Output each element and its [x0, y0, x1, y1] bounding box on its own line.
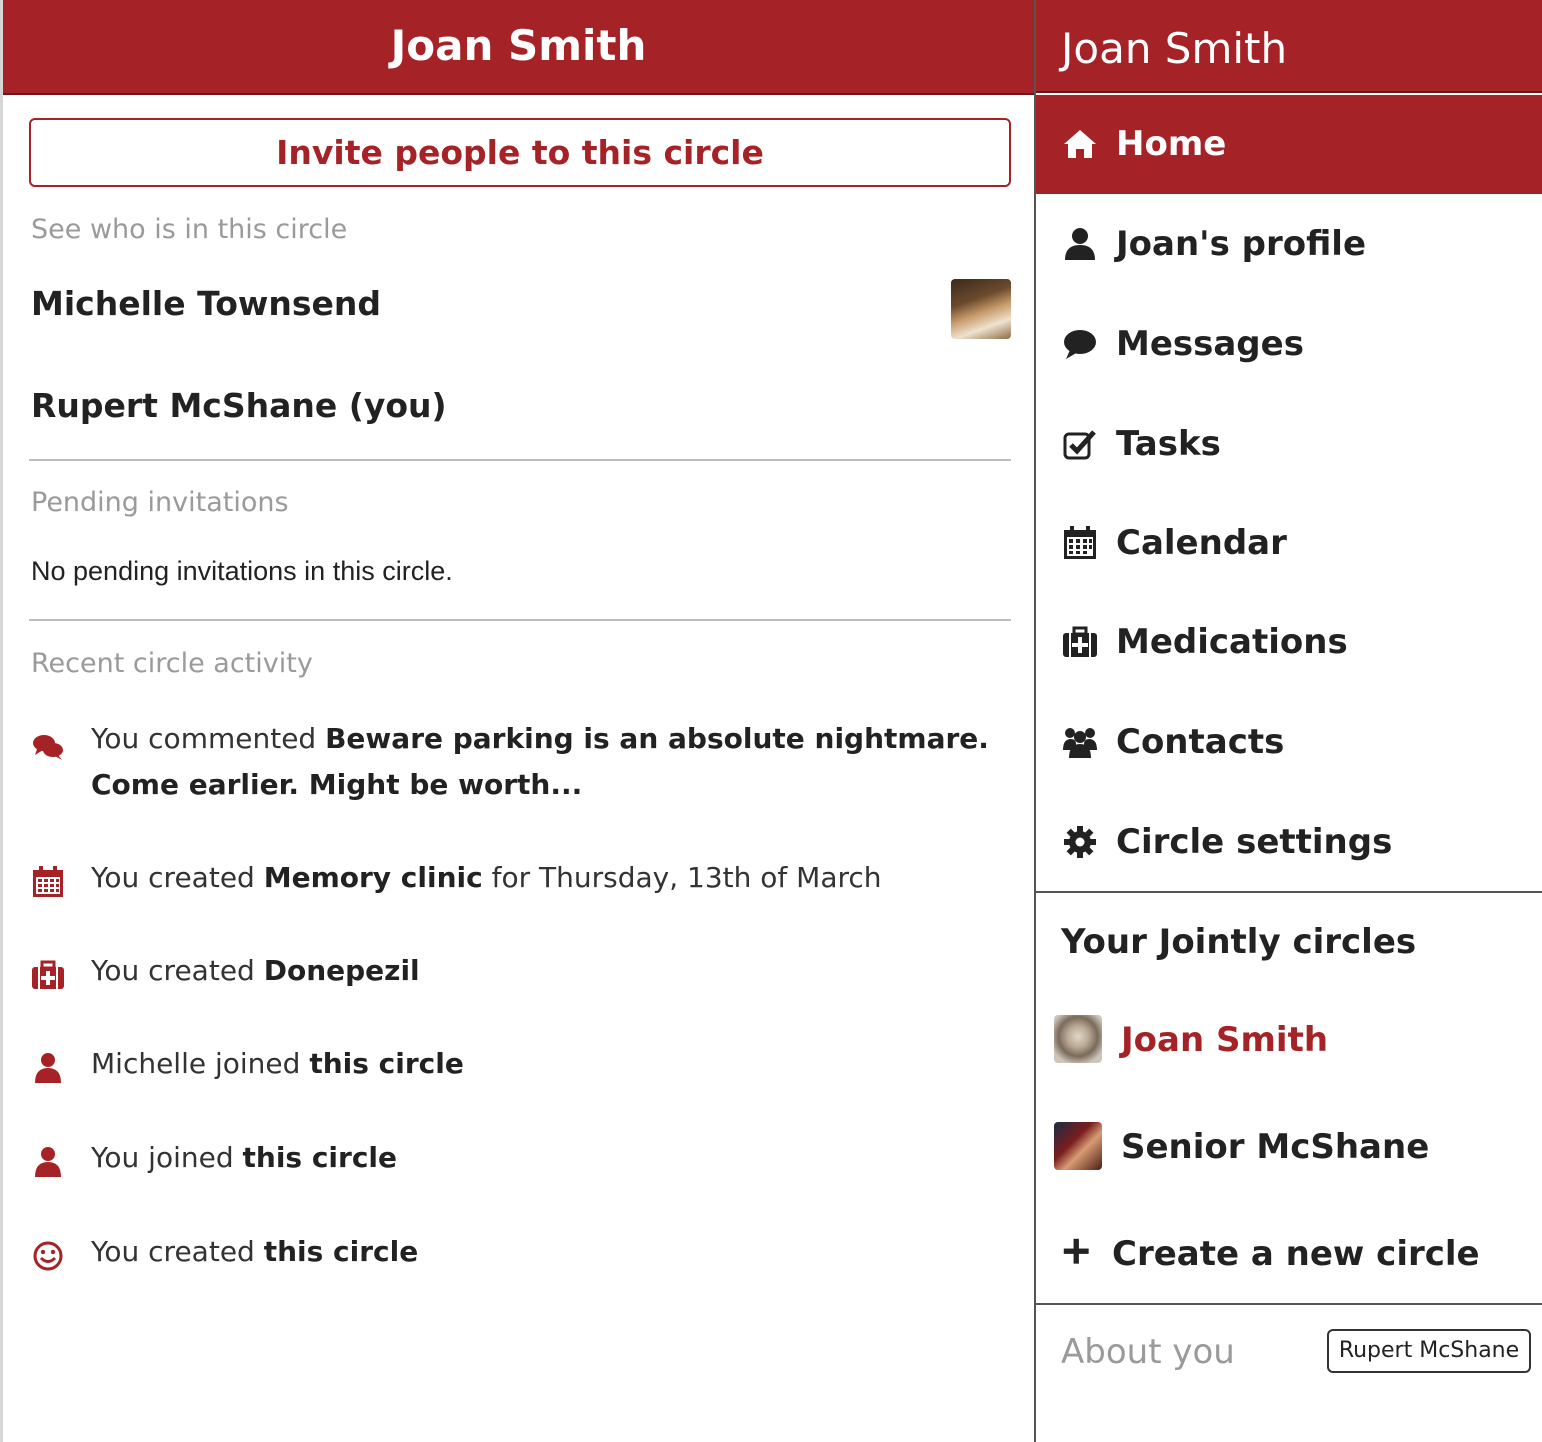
user-icon	[1065, 228, 1095, 260]
activity-text: You created Memory clinic for Thursday, …	[91, 861, 882, 894]
divider	[29, 459, 1011, 461]
activity-item[interactable]: You created Memory clinic for Thursday, …	[31, 855, 1001, 901]
about-you-label: About you	[1061, 1332, 1235, 1372]
activity-text: You joined this circle	[91, 1141, 398, 1174]
sidebar-item-label: Joan's profile	[1116, 224, 1367, 264]
activity-item[interactable]: You commented Beware parking is an absol…	[31, 716, 1001, 808]
avatar	[1054, 1122, 1102, 1170]
page-title: Joan Smith	[3, 0, 1034, 95]
activity-link[interactable]: Memory clinic	[264, 861, 483, 894]
activity-text: You commented Beware parking is an absol…	[91, 722, 989, 801]
calendar-icon	[33, 866, 63, 897]
sidebar: Joan Smith Home Joan's profile Messages …	[1034, 0, 1542, 1442]
smile-icon	[33, 1241, 63, 1271]
comment-icon	[1064, 330, 1096, 359]
group-icon	[1063, 728, 1097, 758]
activity-item[interactable]: You created this circle	[31, 1229, 1001, 1275]
divider	[1036, 891, 1542, 893]
activity-link[interactable]: this circle	[243, 1141, 398, 1174]
medkit-icon	[1063, 626, 1097, 657]
check-square-icon	[1063, 430, 1096, 460]
sidebar-item-profile[interactable]: Joan's profile	[1036, 195, 1542, 294]
user-icon	[35, 1147, 61, 1177]
create-circle-label: Create a new circle	[1112, 1234, 1480, 1274]
sidebar-item-messages[interactable]: Messages	[1036, 295, 1542, 394]
circles-heading: Your Jointly circles	[1061, 922, 1417, 962]
activity-heading: Recent circle activity	[31, 648, 313, 679]
member-avatar[interactable]	[951, 279, 1011, 339]
sidebar-item-calendar[interactable]: Calendar	[1036, 494, 1542, 593]
activity-text: Michelle joined this circle	[91, 1047, 464, 1080]
sidebar-title: Joan Smith	[1036, 0, 1542, 93]
comments-icon	[33, 735, 63, 760]
activity-link[interactable]: this circle	[309, 1047, 464, 1080]
gear-icon	[1064, 826, 1096, 858]
invite-people-button[interactable]: Invite people to this circle	[29, 118, 1011, 187]
members-heading: See who is in this circle	[31, 214, 348, 245]
divider	[1036, 1303, 1542, 1305]
home-icon	[1064, 130, 1096, 158]
activity-text: You created Donepezil	[91, 954, 420, 987]
sidebar-item-label: Medications	[1116, 622, 1348, 662]
plus-icon	[1063, 1238, 1089, 1264]
activity-item[interactable]: You created Donepezil	[31, 948, 1001, 994]
sidebar-item-contacts[interactable]: Contacts	[1036, 693, 1542, 792]
sidebar-item-home[interactable]: Home	[1036, 95, 1542, 194]
circle-item-senior-mcshane[interactable]: Senior McShane	[1036, 1108, 1542, 1188]
sidebar-item-label: Circle settings	[1116, 822, 1393, 862]
member-name[interactable]: Michelle Townsend	[31, 284, 381, 323]
pending-heading: Pending invitations	[31, 487, 289, 518]
activity-item[interactable]: Michelle joined this circle	[31, 1041, 1001, 1087]
activity-text: You created this circle	[91, 1235, 419, 1268]
sidebar-item-medications[interactable]: Medications	[1036, 593, 1542, 692]
sidebar-item-label: Tasks	[1116, 424, 1221, 464]
activity-link[interactable]: Donepezil	[264, 954, 420, 987]
sidebar-item-label: Contacts	[1116, 722, 1285, 762]
sidebar-item-label: Messages	[1116, 324, 1304, 364]
create-circle-button[interactable]: Create a new circle	[1036, 1205, 1542, 1304]
sidebar-item-label: Home	[1116, 124, 1227, 164]
pending-empty-text: No pending invitations in this circle.	[31, 556, 453, 586]
circle-item-label: Joan Smith	[1121, 1020, 1329, 1060]
calendar-icon	[1064, 526, 1096, 559]
circle-item-label: Senior McShane	[1121, 1127, 1430, 1167]
sidebar-item-label: Calendar	[1116, 523, 1287, 563]
activity-link[interactable]: this circle	[264, 1235, 419, 1268]
avatar	[1054, 1015, 1102, 1063]
medkit-icon	[32, 960, 64, 989]
main-panel: Joan Smith Invite people to this circle …	[0, 0, 1034, 1442]
member-name[interactable]: Rupert McShane (you)	[31, 386, 447, 425]
divider	[29, 619, 1011, 621]
activity-item[interactable]: You joined this circle	[31, 1135, 1001, 1181]
user-name-badge[interactable]: Rupert McShane	[1327, 1329, 1531, 1373]
user-icon	[35, 1053, 61, 1083]
sidebar-item-circle-settings[interactable]: Circle settings	[1036, 793, 1542, 892]
circle-item-joan-smith[interactable]: Joan Smith	[1036, 1001, 1542, 1081]
sidebar-item-tasks[interactable]: Tasks	[1036, 395, 1542, 494]
